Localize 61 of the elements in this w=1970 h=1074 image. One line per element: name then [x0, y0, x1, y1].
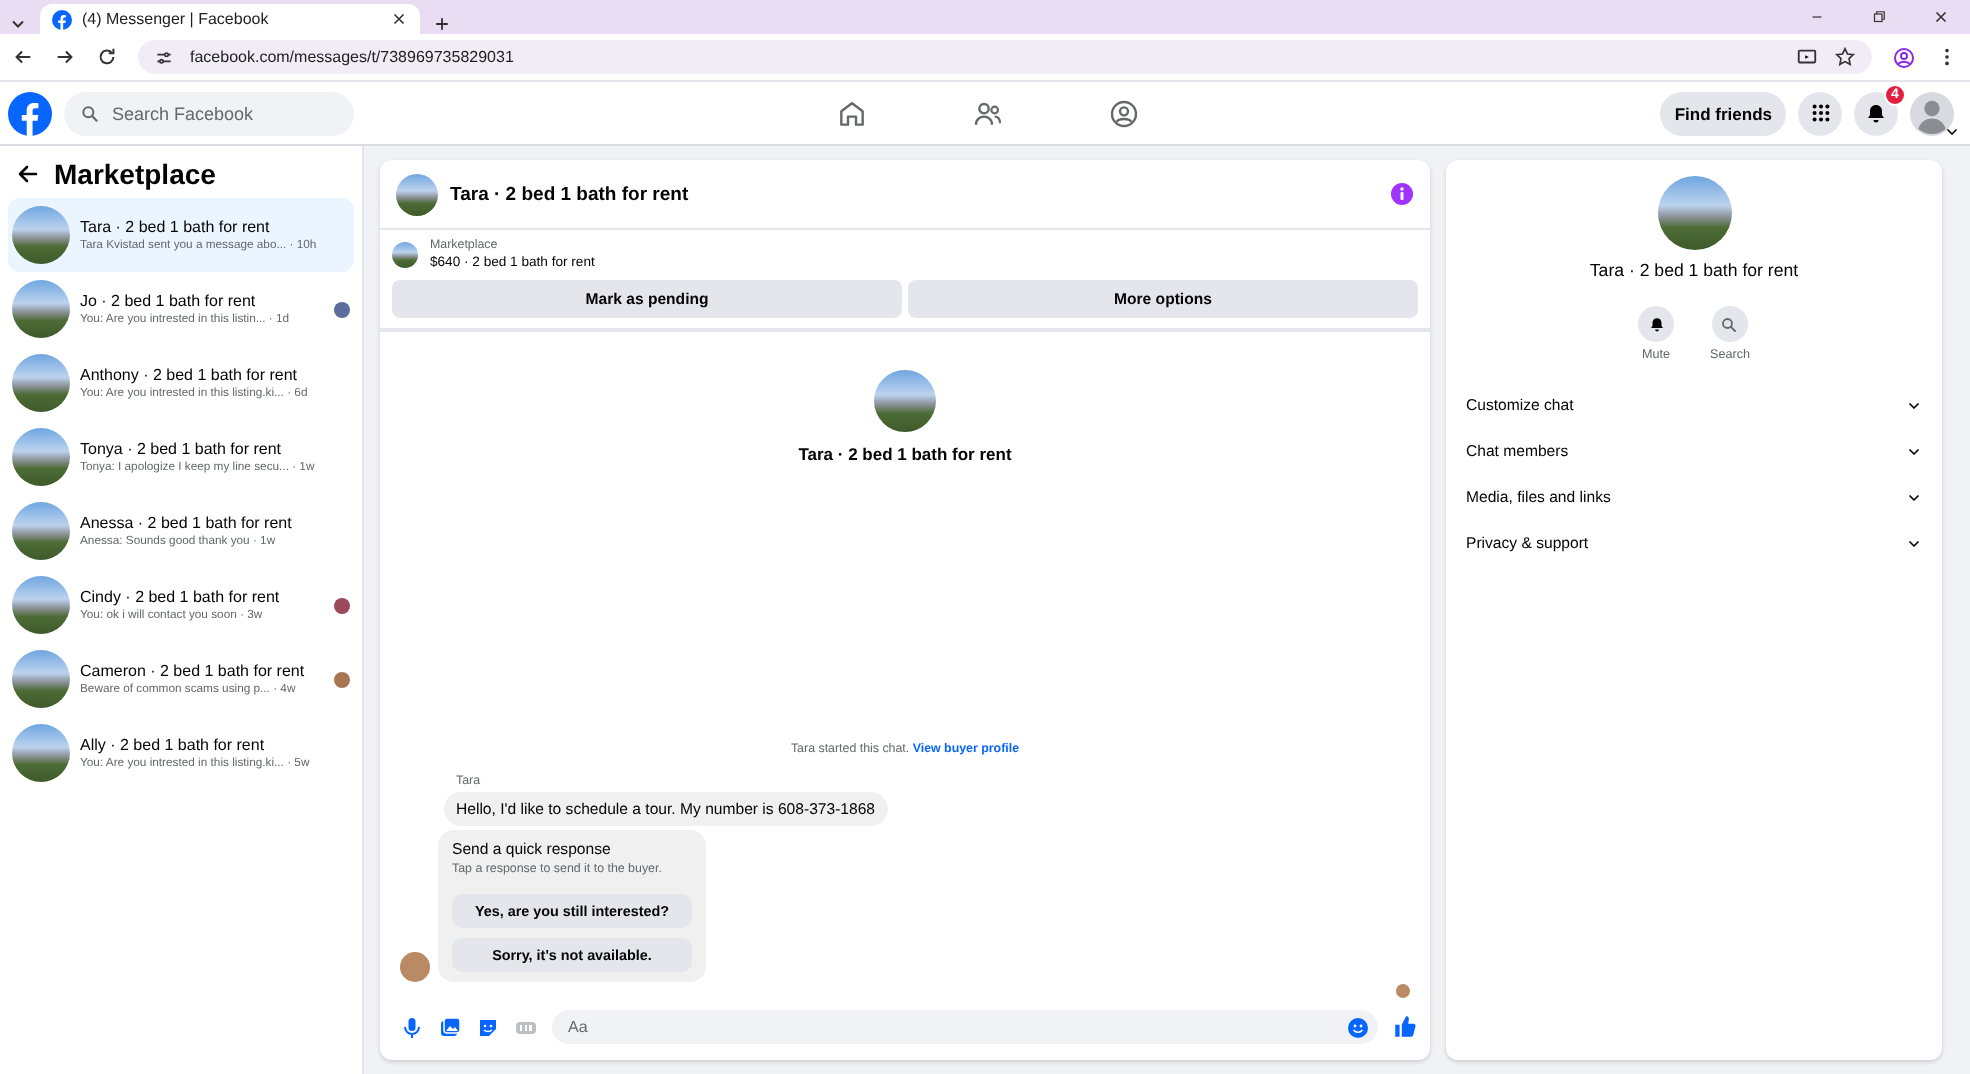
house-photo — [12, 724, 70, 782]
conversation-title: Jo · 2 bed 1 bath for rent — [80, 292, 258, 310]
house-photo — [12, 502, 70, 560]
house-photo — [874, 370, 936, 432]
conversation-title: Anthony · 2 bed 1 bath for rent — [80, 366, 300, 384]
house-photo — [12, 650, 70, 708]
search-icon — [1720, 315, 1739, 333]
reload-icon[interactable] — [96, 46, 118, 68]
house-photo — [1657, 176, 1731, 250]
facebook-logo-icon[interactable] — [8, 91, 52, 135]
house-photo — [12, 354, 70, 412]
back-arrow-icon[interactable] — [16, 162, 40, 186]
bell-icon — [1864, 101, 1888, 125]
menu-button[interactable] — [1798, 91, 1842, 135]
bookmark-star-icon[interactable] — [1834, 46, 1856, 68]
profile-icon[interactable] — [1892, 45, 1916, 69]
house-photo — [12, 428, 70, 486]
back-icon[interactable] — [12, 46, 34, 68]
conversation-title: Ally · 2 bed 1 bath for rent — [80, 736, 267, 754]
conversation-title: Tara · 2 bed 1 bath for rent — [80, 218, 272, 236]
browser-tab[interactable]: (4) Messenger | Facebook — [40, 4, 420, 34]
house-photo — [12, 206, 70, 264]
site-settings-icon[interactable] — [154, 47, 174, 67]
chat-intro-title: Tara · 2 bed 1 bath for rent — [798, 444, 1012, 464]
conversation-title: Tonya · 2 bed 1 bath for rent — [80, 440, 284, 458]
thumbs-up-icon[interactable] — [1392, 1014, 1418, 1040]
message-input[interactable]: Aa — [552, 1010, 1378, 1044]
groups-icon[interactable] — [1107, 97, 1140, 129]
restore-icon[interactable] — [1870, 8, 1888, 26]
sender-avatar — [400, 952, 430, 982]
conversation-title: Anessa · 2 bed 1 bath for rent — [80, 514, 294, 532]
house-photo — [12, 280, 70, 338]
address-bar[interactable]: facebook.com/messages/t/738969735829031 — [138, 40, 1872, 74]
menu-grid-icon — [1809, 102, 1831, 124]
forward-icon[interactable] — [54, 46, 76, 68]
friends-icon[interactable] — [971, 97, 1004, 129]
info-icon[interactable] — [1390, 182, 1414, 206]
close-icon[interactable] — [1932, 8, 1950, 26]
search-icon — [80, 103, 100, 123]
bell-icon — [1647, 315, 1666, 333]
image-icon[interactable] — [438, 1015, 462, 1039]
conversation-title: Cindy · 2 bed 1 bath for rent — [80, 588, 282, 606]
cast-icon[interactable] — [1796, 46, 1818, 68]
emoji-icon[interactable] — [1346, 1015, 1370, 1039]
listing-photo — [392, 241, 418, 267]
facebook-logo-icon — [52, 9, 72, 29]
search-field[interactable]: Search Facebook — [64, 91, 354, 135]
microphone-icon[interactable] — [400, 1015, 424, 1039]
house-photo — [396, 173, 438, 215]
conversation-title: Cameron · 2 bed 1 bath for rent — [80, 662, 307, 680]
sticker-icon[interactable] — [476, 1015, 500, 1039]
home-icon[interactable] — [835, 97, 868, 129]
find-friends-button[interactable]: Find friends — [1660, 91, 1786, 135]
new-tab-icon[interactable] — [432, 14, 452, 34]
house-photo — [12, 576, 70, 634]
chevron-down-icon[interactable] — [1944, 123, 1960, 139]
info-title: Tara · 2 bed 1 bath for rent — [1589, 260, 1799, 280]
close-icon[interactable] — [390, 10, 408, 28]
chat-title: Tara · 2 bed 1 bath for rent — [450, 183, 691, 205]
panel-title: Marketplace — [54, 158, 216, 190]
seen-avatar — [1396, 984, 1410, 998]
